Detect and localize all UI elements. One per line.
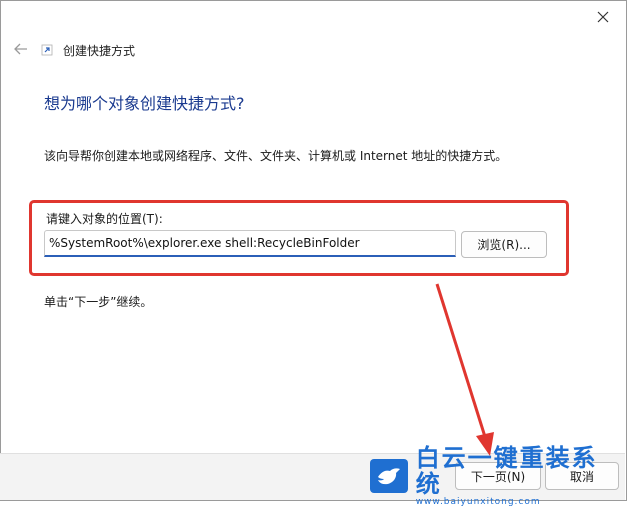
page-heading: 想为哪个对象创建快捷方式? bbox=[44, 94, 245, 113]
wizard-description: 该向导帮你创建本地或网络程序、文件、文件夹、计算机或 Internet 地址的快… bbox=[44, 149, 508, 163]
back-button[interactable] bbox=[10, 38, 32, 60]
close-icon bbox=[597, 11, 609, 23]
watermark-url: www.baiyunxitong.com bbox=[415, 496, 541, 507]
watermark-title: 白云一键重装系统 bbox=[415, 443, 598, 498]
bird-logo-icon bbox=[370, 459, 408, 493]
watermark: 白云一键重装系统 www.baiyunxitong.com bbox=[370, 445, 622, 507]
shortcut-wizard-icon bbox=[41, 44, 53, 56]
highlight-box bbox=[29, 200, 569, 276]
arrow-left-icon bbox=[14, 43, 27, 55]
continue-hint: 单击“下一步”继续。 bbox=[44, 295, 153, 309]
close-button[interactable] bbox=[590, 4, 616, 30]
wizard-title: 创建快捷方式 bbox=[63, 44, 136, 58]
